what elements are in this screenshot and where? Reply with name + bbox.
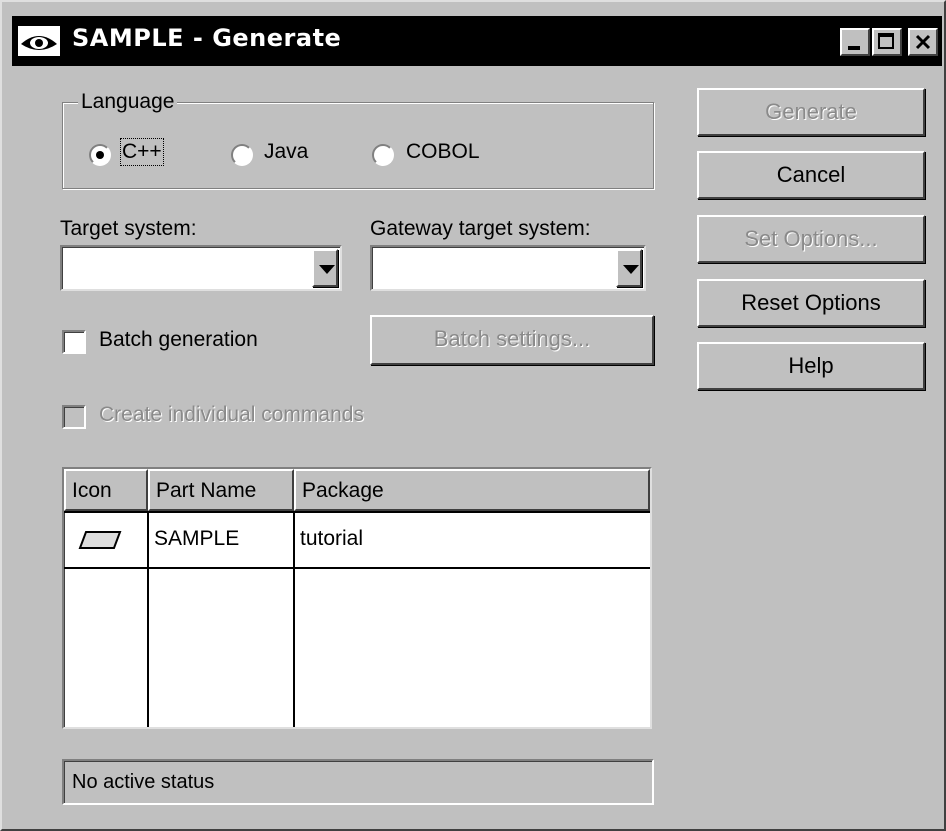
gateway-target-system-combo[interactable]	[370, 245, 646, 291]
create-individual-commands-checkbox[interactable]	[62, 405, 86, 429]
part-parallelogram-icon	[78, 531, 122, 549]
title-bar[interactable]: SAMPLE - Generate	[12, 16, 942, 66]
radio-cobol-label[interactable]: COBOL	[406, 140, 480, 164]
column-header-part-name[interactable]: Part Name	[148, 469, 294, 511]
maximize-icon	[878, 33, 894, 49]
generate-dialog: SAMPLE - Generate Language C++ Java COBO…	[0, 0, 946, 831]
help-button[interactable]: Help	[697, 342, 925, 390]
column-divider	[293, 511, 295, 727]
maximize-button[interactable]	[872, 28, 902, 56]
package-cell: tutorial	[300, 527, 364, 550]
set-options-button[interactable]: Set Options...	[697, 215, 925, 263]
reset-options-button[interactable]: Reset Options	[697, 279, 925, 327]
row-divider	[64, 567, 650, 569]
radio-button[interactable]	[231, 144, 253, 166]
gateway-target-system-label: Gateway target system:	[370, 217, 591, 240]
column-header-package[interactable]: Package	[294, 469, 650, 511]
chevron-down-icon	[623, 265, 639, 274]
gateway-target-system-dropdown-button[interactable]	[616, 249, 642, 287]
eye-icon	[18, 26, 60, 56]
header-divider	[64, 511, 650, 513]
target-system-label: Target system:	[60, 217, 197, 240]
parts-listview[interactable]: Icon Part Name Package SAMPLE tutorial	[62, 467, 652, 729]
status-text: No active status	[72, 771, 215, 793]
generate-button[interactable]: Generate	[697, 88, 925, 136]
column-header-icon[interactable]: Icon	[64, 469, 148, 511]
part-name-cell: SAMPLE	[154, 527, 240, 550]
column-divider	[147, 511, 149, 727]
cancel-button[interactable]: Cancel	[697, 151, 925, 199]
radio-java-label[interactable]: Java	[264, 140, 308, 164]
language-legend: Language	[78, 90, 178, 114]
batch-generation-label[interactable]: Batch generation	[99, 328, 258, 352]
batch-generation-checkbox[interactable]	[62, 330, 86, 354]
minimize-button[interactable]	[840, 28, 870, 56]
chevron-down-icon	[319, 265, 335, 274]
window-title: SAMPLE - Generate	[72, 24, 342, 52]
batch-settings-button[interactable]: Batch settings...	[370, 315, 654, 365]
radio-button[interactable]	[372, 144, 394, 166]
create-individual-commands-label: Create individual commands	[99, 403, 364, 426]
close-button[interactable]	[908, 28, 938, 56]
radio-button[interactable]	[89, 144, 111, 166]
target-system-dropdown-button[interactable]	[312, 249, 338, 287]
radio-cpp-label[interactable]: C++	[120, 138, 164, 166]
minimize-icon	[848, 46, 860, 50]
close-icon	[915, 34, 931, 50]
target-system-combo[interactable]	[60, 245, 342, 291]
status-field: No active status	[62, 759, 654, 805]
radio-selected-dot	[96, 151, 104, 159]
